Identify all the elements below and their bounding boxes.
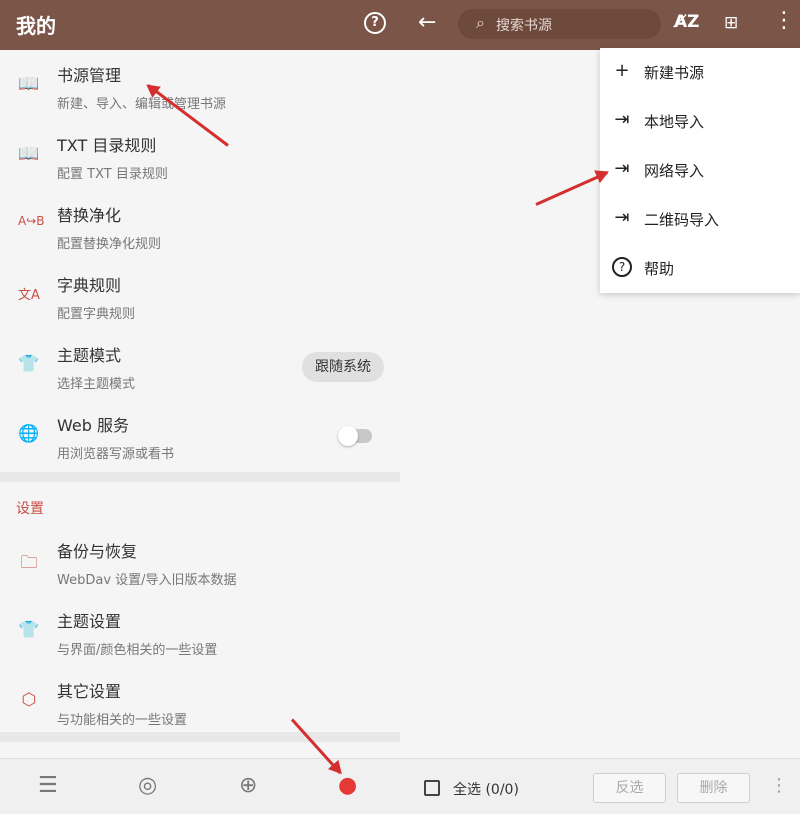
item-subtitle: 新建、导入、编辑或管理书源 [57,97,227,112]
source-management-item[interactable]: 📖 书源管理 新建、导入、编辑或管理书源 [0,50,400,120]
item-subtitle: WebDav 设置/导入旧版本数据 [57,573,237,588]
invert-selection-button[interactable]: 反选 [593,773,666,803]
search-bar[interactable]: ⌕ 搜索书源 [458,9,661,39]
select-all-checkbox[interactable] [424,780,440,796]
menu-network-import[interactable]: ⇥ 网络导入 [600,146,800,195]
search-icon: ⌕ [476,13,485,32]
item-title: 书源管理 [57,66,122,85]
menu-label: 网络导入 [644,162,705,180]
bottom-divider [0,732,400,742]
item-subtitle: 配置字典规则 [57,307,136,322]
replace-purify-item[interactable]: A↪B 替换净化 配置替换净化规则 [0,190,400,260]
more-vert-icon[interactable]: ⋮ [773,10,795,32]
translate-icon: 文A [18,288,40,303]
folder-icon: 🗀 [20,553,38,573]
section-divider [0,472,400,482]
overflow-menu: + 新建书源 ⇥ 本地导入 ⇥ 网络导入 ⇥ 二维码导入 ? 帮助 [600,48,800,293]
screen: 我的 ? ← ⌕ 搜索书源 A̸Z ⊞ ⋮ 📖 书源管理 新建、导入、编辑或管理… [0,0,800,814]
hexagon-settings-icon: ⬡ [21,690,37,710]
red-arrow-annotation [535,171,608,206]
menu-label: 帮助 [644,260,675,278]
settings-list: 🗀 备份与恢复 WebDav 设置/导入旧版本数据 👕 主题设置 与界面/颜色相… [0,526,400,736]
backup-restore-item[interactable]: 🗀 备份与恢复 WebDav 设置/导入旧版本数据 [0,526,400,596]
main-settings-list: 📖 书源管理 新建、导入、编辑或管理书源 📖 TXT 目录规则 配置 TXT 目… [0,50,400,470]
item-title: 替换净化 [57,206,122,225]
menu-label: 二维码导入 [644,211,720,229]
menu-qrcode-import[interactable]: ⇥ 二维码导入 [600,195,800,244]
menu-local-import[interactable]: ⇥ 本地导入 [600,97,800,146]
menu-new-source[interactable]: + 新建书源 [600,48,800,97]
compass-icon[interactable]: ◎ [138,773,157,798]
item-subtitle: 与功能相关的一些设置 [57,713,188,728]
plus-icon: + [614,60,630,81]
item-title: 字典规则 [57,276,122,295]
item-title: 主题模式 [57,346,122,365]
back-arrow-icon[interactable]: ← [418,10,436,35]
top-app-bar: 我的 ? ← ⌕ 搜索书源 A̸Z ⊞ ⋮ [0,0,800,50]
import-icon: ⇥ [614,207,630,228]
selection-bar: 全选 (0/0) 反选 删除 ⋮ [400,758,800,814]
more-vert-icon[interactable]: ⋮ [770,775,788,796]
item-subtitle: 配置 TXT 目录规则 [57,167,168,182]
sort-az-icon[interactable]: A̸Z [674,12,699,32]
replace-ab-icon: A↪B [18,214,45,228]
bookmark-plus-icon[interactable]: ⊕ [239,773,257,798]
web-service-toggle[interactable] [338,426,372,446]
help-circle-icon: ? [612,257,632,277]
item-title: 其它设置 [57,682,122,701]
other-settings-item[interactable]: ⬡ 其它设置 与功能相关的一些设置 [0,666,400,736]
book-open-icon: 📖 [18,74,40,94]
item-title: 备份与恢复 [57,542,138,561]
item-subtitle: 配置替换净化规则 [57,237,162,252]
menu-label: 本地导入 [644,113,705,131]
help-circle-icon[interactable]: ? [364,12,386,34]
item-subtitle: 选择主题模式 [57,377,136,392]
txt-rules-item[interactable]: 📖 TXT 目录规则 配置 TXT 目录规则 [0,120,400,190]
shirt-icon: 👕 [18,620,40,640]
item-title: Web 服务 [57,416,129,435]
person-icon[interactable]: ● [338,773,357,798]
globe-icon: 🌐 [18,424,40,444]
import-icon: ⇥ [614,158,630,179]
book-open-icon: 📖 [18,144,40,164]
theme-settings-item[interactable]: 👕 主题设置 与界面/颜色相关的一些设置 [0,596,400,666]
select-all-label: 全选 (0/0) [453,782,519,798]
menu-help[interactable]: ? 帮助 [600,244,800,293]
delete-button[interactable]: 删除 [677,773,750,803]
search-placeholder: 搜索书源 [496,18,552,34]
item-subtitle: 用浏览器写源或看书 [57,447,175,462]
group-icon[interactable]: ⊞ [724,13,738,33]
bookshelf-icon[interactable]: ☰ [38,773,58,798]
item-title: TXT 目录规则 [57,136,157,155]
item-subtitle: 与界面/颜色相关的一些设置 [57,643,218,658]
shirt-icon: 👕 [18,354,40,374]
item-title: 主题设置 [57,612,122,631]
menu-label: 新建书源 [644,64,705,82]
settings-section-title: 设置 [16,501,44,517]
theme-mode-chip[interactable]: 跟随系统 [302,352,384,382]
toggle-knob [338,426,358,446]
dictionary-rules-item[interactable]: 文A 字典规则 配置字典规则 [0,260,400,330]
import-icon: ⇥ [614,109,630,130]
page-title: 我的 [16,14,56,38]
